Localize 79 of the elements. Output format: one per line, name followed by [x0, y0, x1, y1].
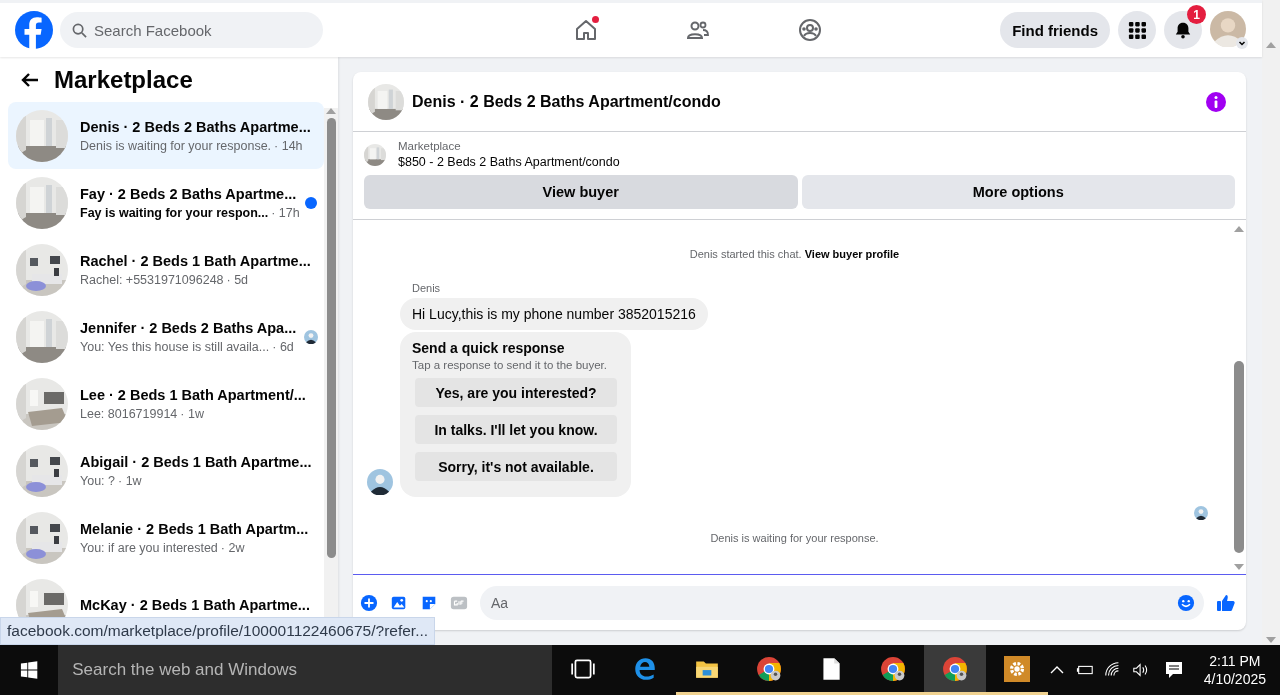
conversation-title: Lee · 2 Beds 1 Bath Apartment/...: [80, 386, 306, 403]
conversation-item[interactable]: Melanie · 2 Beds 1 Bath Apartm... You: if are you interested · 2w: [8, 504, 325, 571]
waiting-notice: Denis is waiting for your response.: [709, 532, 880, 544]
conversation-title: Fay · 2 Beds 2 Baths Apartme...: [80, 185, 298, 202]
add-icon[interactable]: [360, 593, 378, 612]
message-preview: Fay is waiting for your respon...: [80, 205, 269, 220]
link-url-tooltip: facebook.com/marketplace/profile/100001122460675/?refer...: [0, 617, 436, 645]
conversation-title: Denis · 2 Beds 2 Baths Apartme...: [80, 118, 311, 135]
quick-response-option[interactable]: Yes, are you interested?: [415, 378, 617, 407]
message-time: · 5d: [226, 272, 249, 287]
bell-icon: [1174, 21, 1192, 39]
listing-label: Marketplace: [398, 140, 462, 152]
message-time: · 17h: [271, 205, 300, 220]
find-friends-button[interactable]: Find friends: [1000, 12, 1110, 48]
quick-response-title: Send a quick response: [412, 340, 565, 356]
avatar-icon: [1194, 506, 1208, 520]
message-time: · 14h: [274, 138, 303, 153]
start-icon[interactable]: [20, 660, 39, 680]
conversation-item[interactable]: Denis · 2 Beds 2 Baths Apartme... Denis is waiting for your response. · 14h: [8, 102, 325, 169]
action-button[interactable]: View buyer: [364, 175, 798, 209]
conversation-item[interactable]: Abigail · 2 Beds 1 Bath Apartme... You: ? · 1w: [8, 437, 325, 504]
message-preview: Denis is waiting for your response.: [80, 138, 272, 153]
search-icon: [72, 23, 87, 38]
menu-button[interactable]: [1118, 11, 1156, 49]
quick-response-option[interactable]: In talks. I'll let you know.: [415, 415, 617, 444]
clock-time[interactable]: 2:11 PM: [1209, 653, 1261, 669]
facebook-logo[interactable]: [15, 11, 53, 49]
taskbar-search-field[interactable]: Search the web and Windows: [58, 645, 552, 695]
chrome-icon: [879, 655, 906, 682]
message-preview: You: if are you interested: [80, 540, 218, 555]
info-icon[interactable]: [1206, 91, 1226, 112]
listing-title[interactable]: $850 - 2 Beds 2 Baths Apartment/condo: [398, 155, 620, 169]
conversation-title: Rachel · 2 Beds 1 Bath Apartme...: [80, 252, 311, 269]
clock-date[interactable]: 4/10/2025: [1203, 671, 1266, 687]
message-preview: Lee: 8016719914: [80, 406, 178, 421]
chrome-icon: [755, 655, 782, 682]
scroll-up-arrow-icon[interactable]: [1234, 226, 1244, 232]
conversation-item[interactable]: Rachel · 2 Beds 1 Bath Apartme... Rachel: +5531971096248 · 5d: [8, 236, 325, 303]
chat-title: Denis · 2 Beds 2 Baths Apartment/condo: [412, 92, 722, 111]
quick-response-subtitle: Tap a response to send it to the buyer.: [412, 359, 607, 371]
taskbar-app[interactable]: [923, 645, 986, 695]
notifications-icon[interactable]: [1163, 660, 1184, 680]
groups-icon: [797, 18, 822, 42]
message-preview: You: ?: [80, 473, 115, 488]
avatar-icon: [367, 469, 393, 495]
notification-badge: 1: [1187, 5, 1206, 24]
message-time: · 2w: [220, 540, 245, 555]
message-preview: Rachel: +5531971096248: [80, 272, 224, 287]
action-button[interactable]: More options: [801, 175, 1235, 209]
conversation-title: Jennifer · 2 Beds 2 Baths Apa...: [80, 319, 297, 336]
avatar-icon: [304, 330, 319, 344]
message-time: · 1w: [118, 473, 142, 488]
conversation-item[interactable]: Fay · 2 Beds 2 Baths Apartme... Fay is waiting for your respon... · 17h: [8, 169, 325, 236]
chrome-icon: [941, 655, 968, 682]
conversation-item[interactable]: Lee · 2 Beds 1 Bath Apartment/... Lee: 8016719914 · 1w: [8, 370, 325, 437]
sidebar-title: Marketplace: [54, 65, 193, 94]
grid-icon: [1128, 21, 1146, 39]
conversation-title: McKay · 2 Beds 1 Bath Apartme...: [80, 596, 310, 613]
message-input[interactable]: Aa: [480, 585, 1204, 620]
conversation-title: Melanie · 2 Beds 1 Bath Apartm...: [80, 520, 309, 537]
conversation-title: Abigail · 2 Beds 1 Bath Apartme...: [80, 453, 312, 470]
unread-dot: [305, 197, 318, 209]
volume-icon[interactable]: [1131, 662, 1150, 678]
message-time: · 6d: [272, 339, 294, 354]
emoji-icon[interactable]: [1177, 593, 1195, 612]
message-preview: You: Yes this house is still availa...: [80, 339, 270, 354]
message-bubble: Hi Lucy,this is my phone number 3852015216: [400, 298, 708, 330]
system-message: Denis started this chat. View buyer profile: [688, 248, 901, 260]
sender-name: Denis: [412, 282, 442, 294]
notifications-button[interactable]: [1164, 11, 1202, 49]
scroll-down-arrow-icon[interactable]: [1234, 564, 1244, 570]
quick-response-option[interactable]: Sorry, it's not available.: [415, 452, 617, 481]
search-field[interactable]: Search Facebook: [60, 12, 323, 48]
home-icon: [573, 18, 598, 42]
gear-icon: [1003, 655, 1030, 682]
conversation-item[interactable]: Jennifer · 2 Beds 2 Baths Apa... You: Yes this house is still availa... · 6d: [8, 303, 325, 370]
message-time: · 1w: [180, 406, 204, 421]
view-buyer-profile-link[interactable]: View buyer profile: [804, 248, 900, 260]
thumbs-up-icon[interactable]: [1216, 592, 1236, 613]
